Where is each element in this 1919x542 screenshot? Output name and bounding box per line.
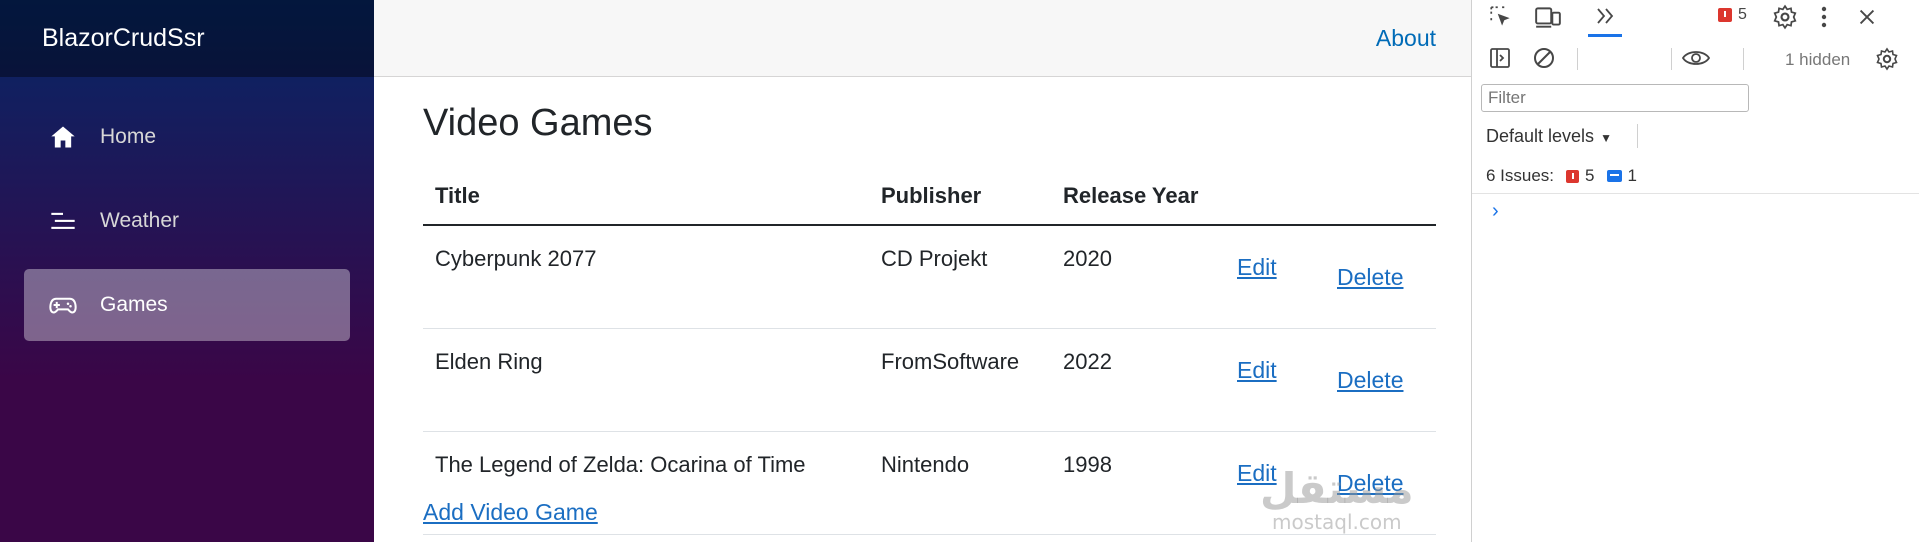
console-divider bbox=[1472, 193, 1919, 194]
log-levels-dropdown[interactable]: Default levels ▼ bbox=[1486, 126, 1612, 147]
issues-error-count: 5 bbox=[1585, 166, 1595, 185]
cell-publisher: CD Projekt bbox=[869, 225, 1051, 329]
toolbar-divider bbox=[1671, 48, 1672, 70]
devtools-panel: 5 1 hidden Filter Default levels ▼ 6 Iss… bbox=[1471, 0, 1919, 542]
cell-edit: Edit bbox=[1225, 225, 1325, 329]
table-header-row: Title Publisher Release Year bbox=[423, 168, 1436, 226]
settings-gear-icon[interactable] bbox=[1770, 2, 1800, 32]
main-content: About Video Games Title Publisher Releas… bbox=[374, 0, 1471, 542]
gamepad-icon bbox=[48, 290, 78, 320]
active-tab-indicator bbox=[1588, 34, 1622, 37]
error-icon bbox=[1566, 169, 1580, 183]
cell-release-year: 2020 bbox=[1051, 225, 1225, 329]
console-settings-gear-icon[interactable] bbox=[1872, 44, 1902, 74]
delete-button[interactable]: Delete bbox=[1337, 367, 1403, 393]
console-toolbar: top▼ 1 hidden bbox=[1472, 40, 1919, 108]
cell-release-year: 1998 bbox=[1051, 431, 1225, 535]
log-levels-label: Default levels bbox=[1486, 126, 1595, 146]
home-icon bbox=[48, 122, 78, 152]
page-title: Video Games bbox=[423, 102, 653, 144]
issues-summary[interactable]: 6 Issues: 5 1 bbox=[1486, 166, 1637, 186]
toolbar-divider bbox=[1577, 48, 1578, 70]
toolbar-divider bbox=[1743, 48, 1744, 70]
clear-console-icon[interactable] bbox=[1530, 44, 1558, 72]
watermark: مستقل mostaql.com bbox=[1260, 464, 1414, 534]
brand-bar: BlazorCrudSsr bbox=[0, 0, 374, 77]
sidebar: BlazorCrudSsr Home Weather Games bbox=[0, 0, 374, 542]
edit-link[interactable]: Edit bbox=[1237, 357, 1277, 383]
message-icon bbox=[1606, 170, 1622, 182]
list-icon bbox=[48, 206, 78, 236]
nav-item-home[interactable]: Home bbox=[24, 101, 350, 173]
issues-label: 6 Issues: bbox=[1486, 166, 1555, 185]
cell-release-year: 2022 bbox=[1051, 328, 1225, 432]
nav-item-weather-label: Weather bbox=[100, 209, 179, 232]
console-prompt-chevron-icon[interactable]: › bbox=[1492, 200, 1499, 223]
add-video-game-link[interactable]: Add Video Game bbox=[423, 499, 598, 526]
watermark-latin: mostaql.com bbox=[1272, 510, 1402, 534]
live-expression-eye-icon[interactable] bbox=[1679, 44, 1713, 72]
table-row: Cyberpunk 2077 CD Projekt 2020 Edit Dele… bbox=[423, 225, 1436, 329]
cell-delete: Delete bbox=[1325, 328, 1436, 432]
cell-edit: Edit bbox=[1225, 328, 1325, 432]
column-header-publisher: Publisher bbox=[869, 168, 1051, 226]
nav-item-home-label: Home bbox=[100, 125, 157, 148]
cell-publisher: FromSoftware bbox=[869, 328, 1051, 432]
nav-item-weather[interactable]: Weather bbox=[24, 185, 350, 257]
about-link[interactable]: About bbox=[1376, 25, 1436, 52]
column-header-title: Title bbox=[423, 168, 869, 226]
brand-link[interactable]: BlazorCrudSsr bbox=[42, 24, 205, 53]
nav-item-games[interactable]: Games bbox=[24, 269, 350, 341]
cell-delete: Delete bbox=[1325, 225, 1436, 329]
more-tabs-chevron-icon[interactable] bbox=[1588, 2, 1622, 30]
table-row: Elden Ring FromSoftware 2022 Edit Delete bbox=[423, 328, 1436, 432]
error-count-badge[interactable]: 5 bbox=[1718, 6, 1747, 24]
watermark-arabic: مستقل bbox=[1260, 464, 1414, 513]
devtools-toolbar: 5 bbox=[1472, 0, 1919, 37]
delete-button[interactable]: Delete bbox=[1337, 264, 1403, 290]
error-icon bbox=[1718, 8, 1732, 22]
caret-down-icon: ▼ bbox=[1600, 131, 1612, 145]
column-header-edit bbox=[1225, 168, 1325, 226]
column-header-release-year: Release Year bbox=[1051, 168, 1225, 226]
sidebar-toggle-icon[interactable] bbox=[1486, 44, 1514, 72]
hidden-count: 1 hidden bbox=[1785, 50, 1851, 69]
issues-message-count: 1 bbox=[1627, 166, 1637, 185]
inspect-element-icon[interactable] bbox=[1486, 3, 1516, 31]
toolbar-divider bbox=[1637, 124, 1638, 148]
cell-title: Cyberpunk 2077 bbox=[423, 225, 869, 329]
edit-link[interactable]: Edit bbox=[1237, 254, 1277, 280]
more-options-icon[interactable] bbox=[1813, 2, 1835, 32]
error-count: 5 bbox=[1738, 6, 1747, 23]
nav-item-games-label: Games bbox=[100, 293, 168, 316]
cell-title: Elden Ring bbox=[423, 328, 869, 432]
close-icon[interactable] bbox=[1852, 2, 1882, 32]
console-filter-input[interactable] bbox=[1481, 84, 1749, 112]
cell-publisher: Nintendo bbox=[869, 431, 1051, 535]
device-toolbar-icon[interactable] bbox=[1532, 3, 1564, 31]
column-header-delete bbox=[1325, 168, 1436, 226]
top-row: About bbox=[374, 0, 1471, 77]
